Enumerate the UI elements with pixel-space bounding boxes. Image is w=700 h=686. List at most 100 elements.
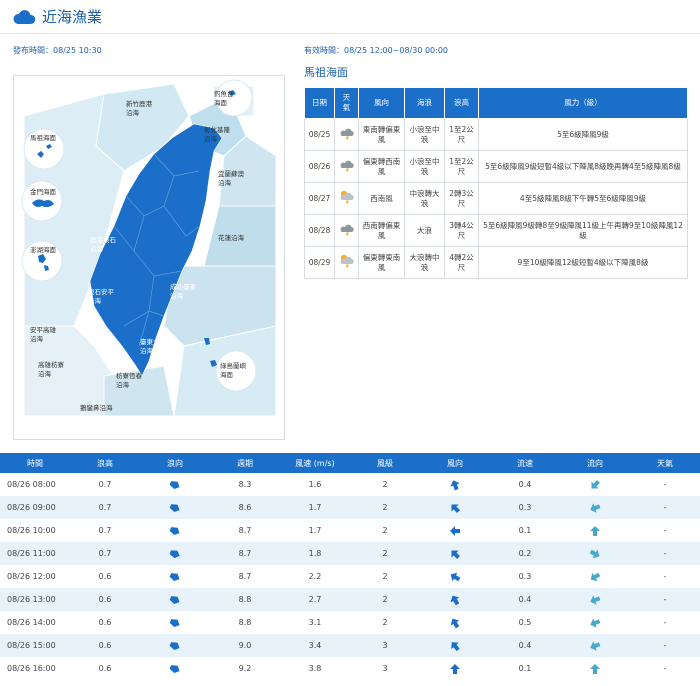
sun-cloud-thunder-icon	[339, 254, 355, 271]
obs-wind-dir	[420, 634, 490, 657]
obs-header-wind-speed: 風速 (m/s)	[280, 453, 350, 473]
obs-current-speed: 0.5	[518, 618, 532, 627]
cloudy-thunder-icon	[339, 128, 355, 143]
zone-label-eluanbi[interactable]: 鵝鑾鼻沿海	[80, 404, 113, 413]
zone-label-yilan[interactable]: 宜蘭蘇澳 沿海	[218, 170, 244, 188]
obs-period: 9.0	[210, 634, 280, 657]
zone-label-anping[interactable]: 安平高雄 沿海	[30, 326, 56, 344]
obs-wind-level: 2	[350, 542, 420, 565]
forecast-weather	[334, 246, 359, 279]
obs-weather: -	[663, 664, 667, 673]
zone-label-diaoyutai[interactable]: 釣魚台 海面	[214, 90, 234, 108]
taiwan-map-graphic	[21, 79, 277, 417]
observation-table: 時間 浪高 浪向 週期 風速 (m/s) 風級 風向 流速 流向 天氣 08/2…	[0, 453, 700, 680]
sea-area-map[interactable]: 釣魚台 海面 新竹鹿港 沿海 彰化基隆 沿海 馬祖海面 金門海面 宜蘭蘇澳 沿海…	[13, 75, 285, 440]
forecast-header-weather: 天 氣	[334, 87, 359, 119]
obs-header-time: 時間	[0, 453, 70, 473]
forecast-wave: 大浪轉中浪	[404, 246, 445, 279]
obs-header-current-dir: 流向	[560, 453, 630, 473]
page-header: 近海漁業	[0, 0, 700, 38]
obs-current-dir	[560, 496, 630, 519]
obs-wind-level: 2	[350, 588, 420, 611]
observation-row: 08/26 10:00 0.7 8.7 1.7 2 0.1 -	[0, 519, 700, 542]
forecast-force: 4至5級陣風8級下午轉5至6級陣風9級	[478, 182, 688, 215]
forecast-header-height: 浪高	[444, 87, 479, 119]
issued-time: 發布時間：08/25 10:30	[13, 45, 102, 56]
forecast-height: 1至2公尺	[444, 118, 479, 151]
obs-wind-dir	[420, 519, 490, 542]
zone-label-penghu[interactable]: 澎湖海面	[30, 246, 56, 255]
zone-label-kaohsiung[interactable]: 高雄枋寮 沿海	[38, 361, 64, 379]
obs-weather: -	[630, 496, 700, 519]
forecast-header-row: 日期 天 氣 風向 海浪 浪高 風力（級）	[304, 87, 688, 119]
observation-row: 08/26 13:00 0.6 8.8 2.7 2 0.4 -	[0, 588, 700, 611]
zone-label-kinmen[interactable]: 金門海面	[30, 188, 56, 197]
wave-direction-arrow-icon	[169, 641, 181, 650]
obs-weather: -	[630, 588, 700, 611]
forecast-wave: 小浪至中浪	[404, 118, 445, 151]
wind-direction-arrow-icon	[449, 572, 461, 581]
obs-wave-dir	[140, 657, 210, 680]
obs-current-dir	[560, 588, 630, 611]
forecast-height: 1至2公尺	[444, 150, 479, 183]
forecast-wave: 小浪至中浪	[404, 150, 445, 183]
obs-current-speed: 0.2	[490, 542, 560, 565]
obs-wave-height: 0.7	[70, 496, 140, 519]
obs-wind-level: 3	[350, 634, 420, 657]
forecast-weather	[334, 214, 359, 247]
wave-direction-arrow-icon	[169, 526, 181, 535]
header-divider	[0, 33, 700, 34]
wind-direction-arrow-icon	[449, 525, 461, 536]
zone-label-chenggong[interactable]: 成功臺東 沿海	[170, 283, 196, 301]
obs-wind-speed: 1.6	[308, 480, 322, 489]
obs-wind-speed: 1.7	[308, 526, 322, 535]
wave-direction-arrow-icon	[169, 595, 181, 604]
obs-current-dir	[560, 657, 630, 680]
obs-wind-level: 2	[382, 618, 388, 627]
zone-label-fangliao[interactable]: 枋寮恆春 沿海	[116, 372, 142, 390]
wave-direction-arrow-icon	[169, 572, 181, 581]
zone-label-lukang[interactable]: 鹿港東石 沿海	[90, 236, 116, 254]
forecast-wave: 大浪	[404, 214, 445, 247]
obs-wind-dir	[420, 657, 490, 680]
obs-wind-level: 2	[350, 496, 420, 519]
zone-label-keelung[interactable]: 彰化基隆 沿海	[204, 126, 230, 144]
forecast-height: 3轉4公尺	[444, 214, 479, 247]
forecast-date: 08/27	[304, 182, 335, 215]
forecast-row: 08/25 東南轉偏東風 小浪至中浪 1至2公尺 5至6級陣風9級	[304, 118, 688, 151]
obs-time: 08/26 12:00	[7, 572, 56, 581]
forecast-force: 5至6級陣風9級短暫4級以下陣風8級晚再轉4至5級陣風8級	[478, 150, 688, 183]
obs-wind-dir	[420, 611, 490, 634]
forecast-force: 5至6級陣風9級	[478, 118, 688, 151]
obs-wave-dir	[140, 634, 210, 657]
obs-wind-speed: 1.7	[280, 496, 350, 519]
obs-header-wind-level: 風級	[350, 453, 420, 473]
zone-label-donghsi[interactable]: 東石安平 沿海	[88, 288, 114, 306]
observation-header-row: 時間 浪高 浪向 週期 風速 (m/s) 風級 風向 流速 流向 天氣	[0, 453, 700, 473]
obs-wave-height: 0.7	[98, 480, 112, 489]
obs-current-speed: 0.1	[518, 526, 532, 535]
forecast-date: 08/29	[304, 246, 335, 279]
valid-time: 有效時間：08/25 12:00~08/30 00:00	[304, 45, 448, 56]
zone-label-matsu[interactable]: 馬祖海面	[30, 134, 56, 143]
valid-value: 08/25 12:00~08/30 00:00	[344, 46, 449, 55]
obs-time: 08/26 14:00	[7, 618, 56, 627]
obs-current-speed: 0.1	[518, 664, 532, 673]
obs-time: 08/26 08:00	[7, 480, 56, 489]
zone-label-hsinchu[interactable]: 新竹鹿港 沿海	[126, 100, 152, 118]
obs-wave-height: 0.6	[98, 572, 112, 581]
forecast-date: 08/28	[304, 214, 335, 247]
zone-label-lanyu[interactable]: 綠島蘭嶼 海面	[220, 362, 246, 380]
current-direction-arrow-icon	[589, 502, 601, 513]
zone-label-taitung[interactable]: 臺東大武 沿海	[140, 338, 166, 356]
obs-wave-dir	[140, 496, 210, 519]
forecast-date: 08/26	[304, 150, 335, 183]
obs-weather: -	[630, 634, 700, 657]
obs-wave-dir	[140, 565, 210, 588]
forecast-header-force: 風力（級）	[478, 87, 688, 119]
wave-direction-arrow-icon	[169, 503, 181, 512]
obs-period: 8.8	[238, 618, 252, 627]
zone-label-hualien[interactable]: 花蓮沿海	[218, 234, 244, 243]
obs-wave-dir	[140, 473, 210, 496]
obs-wind-speed: 3.4	[280, 634, 350, 657]
